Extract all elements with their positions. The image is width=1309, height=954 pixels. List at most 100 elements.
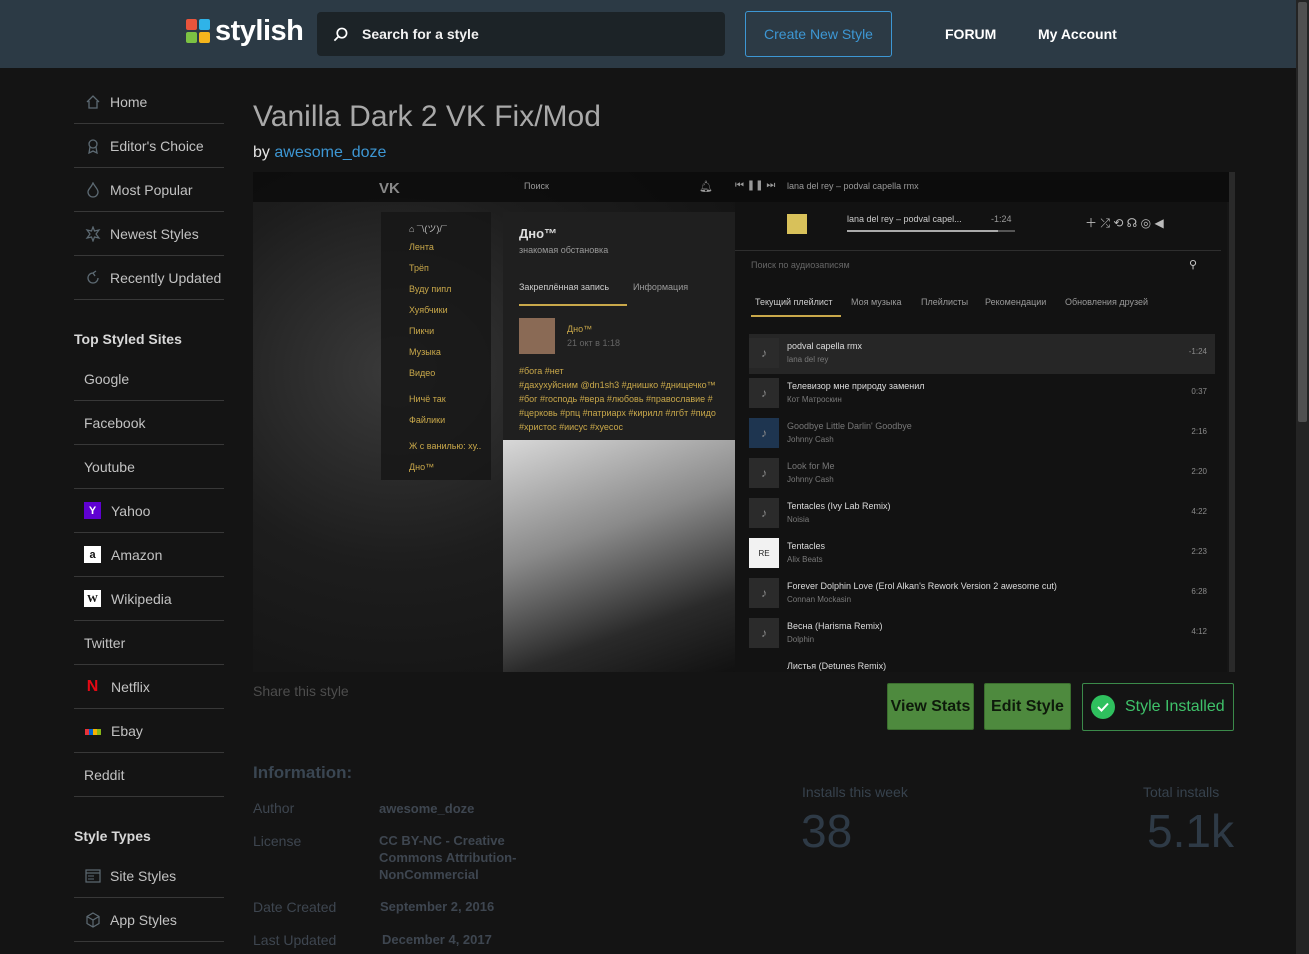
- preview-track-duration: 2:16: [1191, 427, 1207, 436]
- license-value[interactable]: CC BY-NC - Creative Commons Attribution-…: [379, 832, 539, 883]
- logo-mark-icon: [186, 19, 210, 43]
- scrollbar-thumb[interactable]: [1298, 2, 1307, 422]
- vk-logo-icon: VK: [379, 180, 400, 197]
- logo-text: stylish: [215, 15, 304, 47]
- sidebar-site-amazon[interactable]: a Amazon: [74, 533, 224, 577]
- preview-track-title: Листья (Detunes Remix): [787, 661, 887, 671]
- sidebar-site-google[interactable]: Google: [74, 357, 224, 401]
- sidebar-item-label: Editor's Choice: [110, 137, 204, 154]
- sidebar-site-twitter[interactable]: Twitter: [74, 621, 224, 665]
- sidebar-item-label: Ebay: [111, 722, 143, 739]
- edit-style-button[interactable]: Edit Style: [984, 683, 1071, 730]
- sidebar-type-app-styles[interactable]: App Styles: [74, 898, 224, 942]
- preview-track-row: ♪ Look for Me Johnny Cash 2:20: [749, 454, 1215, 494]
- preview-menu-top: ⌂ ¯\(ツ)/¯: [409, 224, 447, 234]
- forum-link[interactable]: FORUM: [945, 26, 996, 42]
- preview-track-duration: 6:28: [1191, 587, 1207, 596]
- sidebar-site-yahoo[interactable]: Y Yahoo: [74, 489, 224, 533]
- preview-pause-icon: [787, 214, 807, 234]
- preview-track-duration: 4:12: [1191, 627, 1207, 636]
- flame-icon: [84, 181, 101, 198]
- preview-track-row: ♪ Телевизор мне природу заменил Кот Матр…: [749, 374, 1215, 414]
- preview-track-title: Goodbye Little Darlin' Goodbye: [787, 421, 912, 431]
- sidebar-site-ebay[interactable]: Ebay: [74, 709, 224, 753]
- search-box[interactable]: [317, 12, 725, 56]
- byline: by awesome_doze: [253, 144, 386, 162]
- sidebar-item-label: Home: [110, 93, 148, 110]
- sidebar-type-site-styles[interactable]: Site Styles: [74, 854, 224, 898]
- preview-audio-tab: Моя музыка: [851, 297, 902, 307]
- sidebar-item-label: Wikipedia: [111, 590, 172, 607]
- top-styled-sites-heading: Top Styled Sites: [74, 331, 182, 347]
- preview-track-title: Tentacles (Ivy Lab Remix): [787, 501, 891, 511]
- netflix-icon: N: [86, 677, 99, 695]
- preview-audio-player: lana del rey – podval capel... -1:24 ＋ ⤮…: [735, 202, 1227, 672]
- sidebar-item-newest-styles[interactable]: Newest Styles: [74, 212, 224, 256]
- preview-track-row: RE Tentacles Alix Beats 2:23: [749, 534, 1215, 574]
- preview-track-duration: -1:24: [1188, 347, 1207, 356]
- check-icon: [1091, 695, 1115, 719]
- preview-menu-item: Вуду пипл: [409, 284, 452, 294]
- sidebar-item-label: Netflix: [111, 678, 150, 695]
- cube-icon: [84, 911, 101, 928]
- page-scrollbar[interactable]: [1296, 0, 1309, 954]
- stylish-logo[interactable]: stylish: [186, 15, 304, 47]
- preview-post-line: #бог #господь #вера #любовь #православие…: [519, 394, 713, 404]
- preview-audio-tab: Рекомендации: [985, 297, 1047, 307]
- preview-menu-item: Трёп: [409, 263, 429, 273]
- sidebar-item-label: Youtube: [84, 458, 135, 475]
- preview-track-artist: lana del rey: [787, 355, 829, 364]
- my-account-link[interactable]: My Account: [1038, 26, 1117, 42]
- installs-this-week-value: 38: [801, 805, 853, 857]
- preview-vk-menu: ⌂ ¯\(ツ)/¯ Лента Трёп Вуду пипл Хуябчики …: [381, 212, 491, 480]
- sidebar-site-facebook[interactable]: Facebook: [74, 401, 224, 445]
- view-stats-button[interactable]: View Stats: [887, 683, 974, 730]
- preview-audio-tab: Обновления друзей: [1065, 297, 1149, 307]
- preview-track-artist: Noisia: [787, 515, 810, 524]
- date-created-value: September 2, 2016: [380, 899, 495, 914]
- preview-track-title: Look for Me: [787, 461, 835, 471]
- sidebar-item-home[interactable]: Home: [74, 80, 224, 124]
- sidebar-item-most-popular[interactable]: Most Popular: [74, 168, 224, 212]
- album-cover-icon: ♪: [749, 418, 779, 448]
- style-title: Vanilla Dark 2 VK Fix/Mod: [253, 100, 601, 133]
- album-cover-icon: RE: [749, 538, 779, 568]
- preview-post-line: #дахухуйсним @dn1sh3 #днишко #днищечко™: [519, 380, 716, 390]
- create-new-style-button[interactable]: Create New Style: [745, 11, 892, 57]
- preview-now-playing: lana del rey – podval capella rmx: [787, 181, 919, 191]
- award-icon: [84, 137, 101, 154]
- author-value[interactable]: awesome_doze: [379, 800, 539, 817]
- preview-menu-item: Дно™: [409, 462, 435, 472]
- sidebar-site-youtube[interactable]: Youtube: [74, 445, 224, 489]
- preview-track-row: ♪ Tentacles (Ivy Lab Remix) Noisia 4:22: [749, 494, 1215, 534]
- music-note-icon: ♪: [749, 378, 779, 408]
- search-input[interactable]: [362, 26, 702, 42]
- sidebar-item-editors-choice[interactable]: Editor's Choice: [74, 124, 224, 168]
- sidebar-site-wikipedia[interactable]: W Wikipedia: [74, 577, 224, 621]
- top-header: stylish Create New Style FORUM My Accoun…: [0, 0, 1296, 68]
- sidebar-item-label: Amazon: [111, 546, 163, 563]
- style-installed-label: Style Installed: [1125, 698, 1225, 715]
- share-style-link[interactable]: Share this style: [253, 683, 349, 699]
- home-icon: [84, 93, 101, 110]
- preview-vk-topbar: VK Поиск 🔔︎ ⏮ ❚❚ ⏭ lana del rey – podval…: [253, 172, 1235, 202]
- author-link[interactable]: awesome_doze: [274, 144, 386, 161]
- sidebar-site-netflix[interactable]: N Netflix: [74, 665, 224, 709]
- sidebar-item-label: Facebook: [84, 414, 146, 431]
- byline-prefix: by: [253, 144, 270, 161]
- sidebar-item-recently-updated[interactable]: Recently Updated: [74, 256, 224, 300]
- sidebar-site-reddit[interactable]: Reddit: [74, 753, 224, 797]
- sidebar-item-label: Recently Updated: [110, 269, 222, 286]
- sidebar-item-label: Google: [84, 370, 130, 387]
- preview-audio-tab: Плейлисты: [921, 297, 969, 307]
- style-types-heading: Style Types: [74, 828, 151, 844]
- album-cover-icon: ♪: [749, 458, 779, 488]
- preview-search-audio: Поиск по аудиозаписям: [751, 260, 850, 270]
- preview-post-line: #бога #нет: [519, 366, 564, 376]
- style-installed-button[interactable]: Style Installed: [1082, 683, 1234, 731]
- sidebar-item-label: Yahoo: [111, 502, 151, 519]
- total-installs-value: 5.1k: [1147, 805, 1234, 857]
- preview-track-duration: 4:22: [1191, 507, 1207, 516]
- last-updated-label: Last Updated: [253, 932, 337, 948]
- preview-track-title: podval capella rmx: [787, 341, 863, 351]
